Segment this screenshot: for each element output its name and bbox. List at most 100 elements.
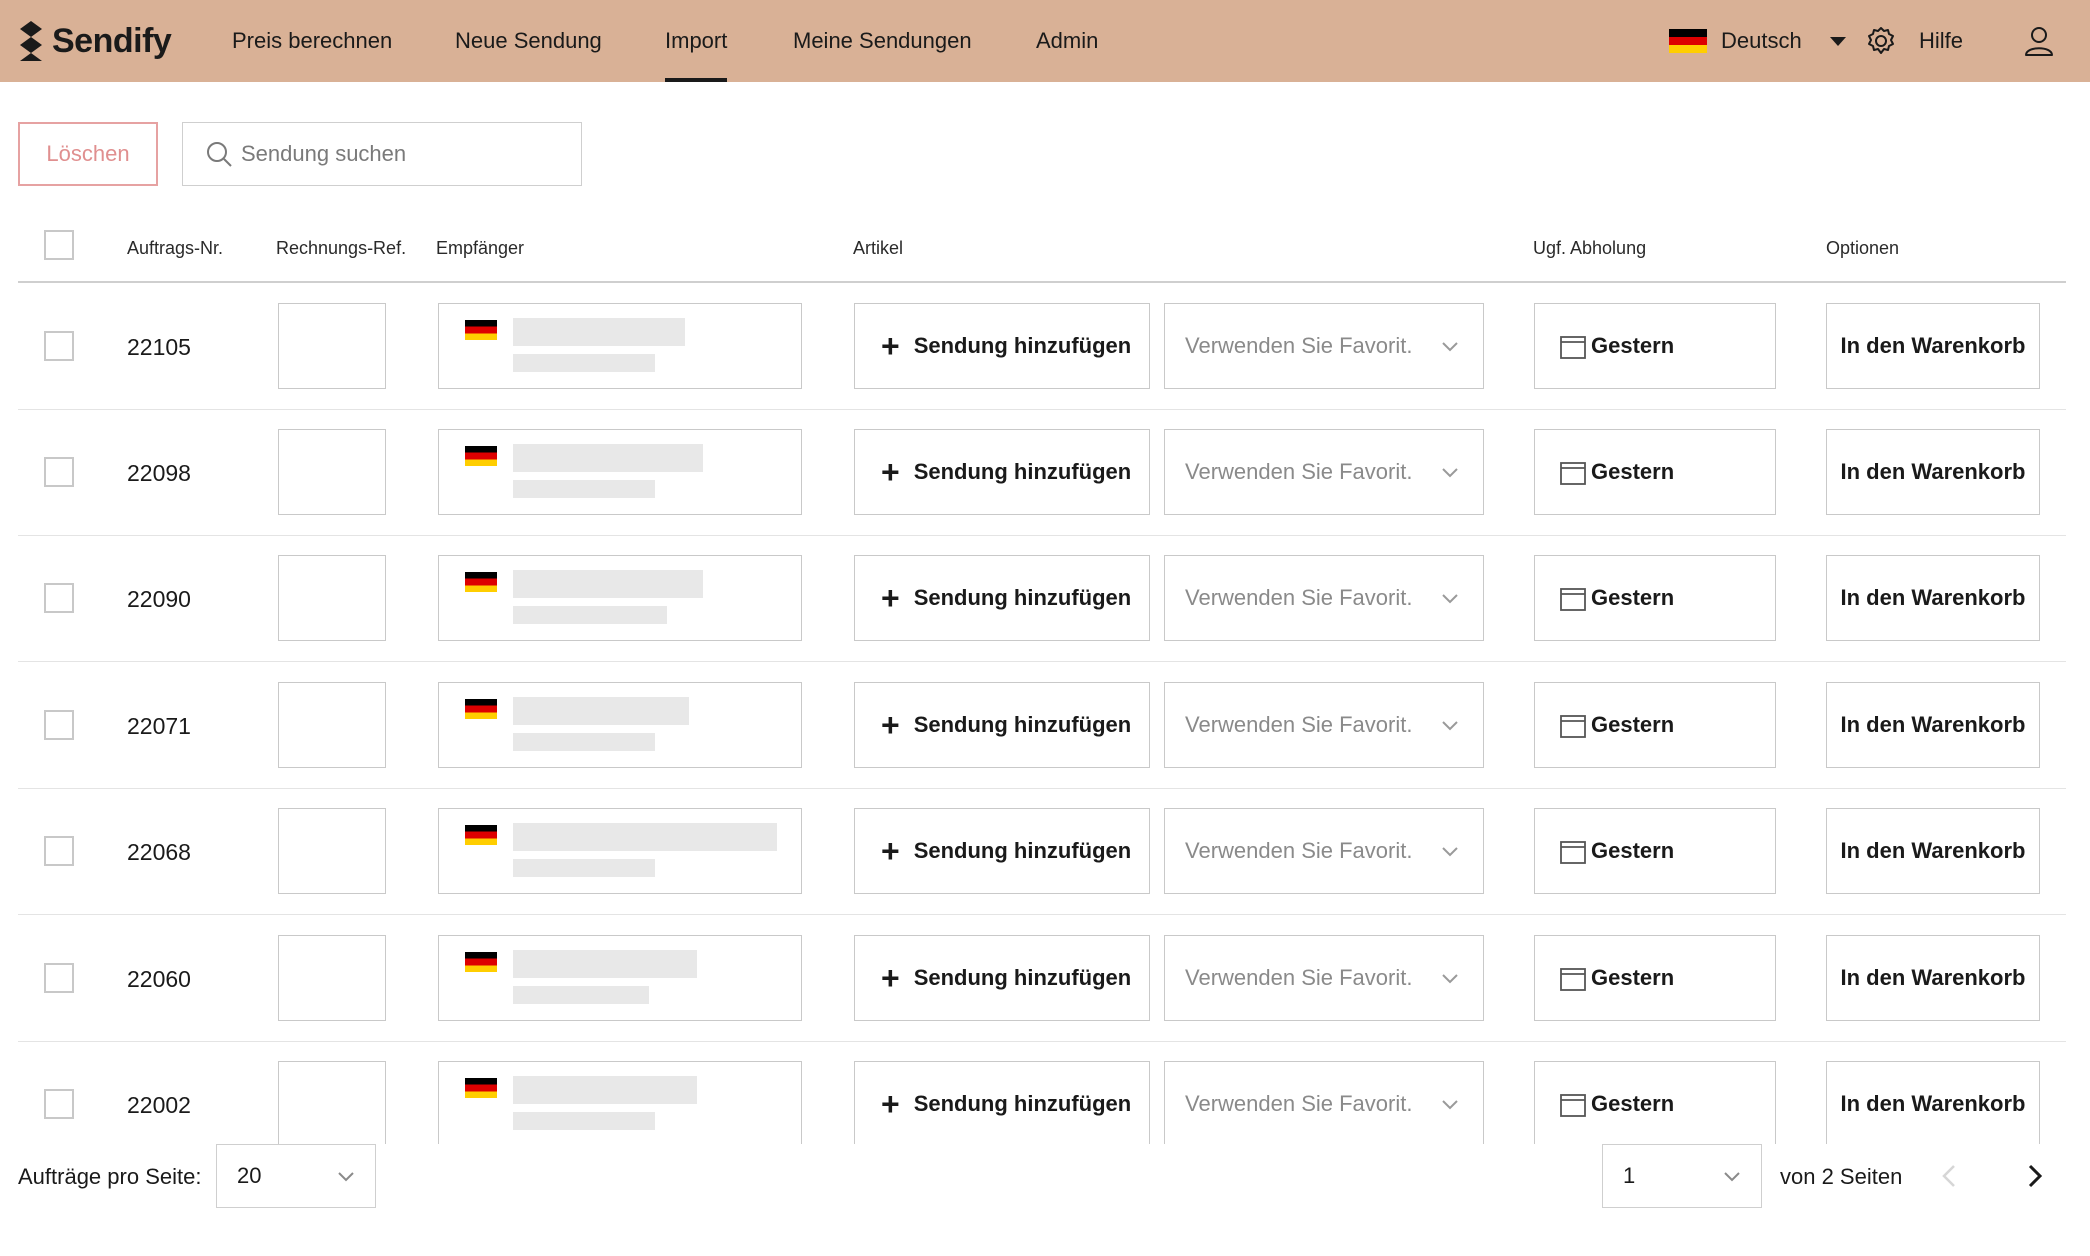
plus-icon: + — [881, 707, 900, 743]
row-checkbox[interactable] — [44, 331, 74, 361]
sendify-logo[interactable]: Sendify — [18, 17, 172, 65]
nav-neue-sendung[interactable]: Neue Sendung — [455, 0, 602, 82]
row-checkbox[interactable] — [44, 836, 74, 866]
row-checkbox[interactable] — [44, 963, 74, 993]
invoice-ref-input[interactable] — [278, 808, 386, 894]
recipient-field[interactable] — [438, 429, 802, 515]
add-shipment-button[interactable]: + Sendung hinzufügen — [854, 935, 1150, 1021]
add-to-cart-button[interactable]: In den Warenkorb — [1826, 1061, 2040, 1144]
caret-down-icon — [1829, 36, 1846, 46]
row-checkbox[interactable] — [44, 583, 74, 613]
add-to-cart-button[interactable]: In den Warenkorb — [1826, 303, 2040, 389]
nav-import[interactable]: Import — [665, 0, 728, 82]
nav-preis-berechnen[interactable]: Preis berechnen — [232, 0, 392, 82]
order-number: 22002 — [127, 1092, 191, 1118]
recipient-field[interactable] — [438, 935, 802, 1021]
previous-page-icon[interactable] — [1934, 1160, 1966, 1192]
header-order-nr: Auftrags-Nr. — [127, 238, 224, 258]
invoice-ref-input[interactable] — [278, 1061, 386, 1144]
invoice-ref-input[interactable] — [278, 303, 386, 389]
favorite-select[interactable]: Verwenden Sie Favorit. — [1164, 429, 1484, 515]
page-count-label: von 2 Seiten — [1780, 1164, 1903, 1189]
favorite-select[interactable]: Verwenden Sie Favorit. — [1164, 682, 1484, 768]
pickup-date-picker[interactable]: Gestern — [1534, 429, 1776, 515]
recipient-name-placeholder — [513, 950, 697, 978]
nav-meine-sendungen[interactable]: Meine Sendungen — [793, 0, 972, 82]
recipient-address-placeholder — [513, 859, 655, 877]
favorite-select[interactable]: Verwenden Sie Favorit. — [1164, 808, 1484, 894]
recipient-field[interactable] — [438, 1061, 802, 1144]
plus-icon: + — [881, 960, 900, 996]
language-selector[interactable]: Deutsch — [1669, 0, 1846, 82]
favorite-placeholder: Verwenden Sie Favorit. — [1185, 965, 1413, 990]
nav-admin[interactable]: Admin — [1036, 0, 1098, 82]
plus-icon: + — [881, 454, 900, 490]
german-flag-icon — [465, 446, 497, 466]
recipient-name-placeholder — [513, 823, 777, 851]
add-to-cart-button[interactable]: In den Warenkorb — [1826, 682, 2040, 768]
recipient-address-placeholder — [513, 733, 655, 751]
row-checkbox[interactable] — [44, 1089, 74, 1119]
add-shipment-button[interactable]: + Sendung hinzufügen — [854, 429, 1150, 515]
german-flag-icon — [1669, 29, 1707, 53]
add-to-cart-button[interactable]: In den Warenkorb — [1826, 935, 2040, 1021]
add-to-cart-label: In den Warenkorb — [1840, 965, 2026, 990]
add-shipment-button[interactable]: + Sendung hinzufügen — [854, 808, 1150, 894]
recipient-address-placeholder — [513, 1112, 655, 1130]
recipient-field[interactable] — [438, 303, 802, 389]
invoice-ref-input[interactable] — [278, 682, 386, 768]
calendar-icon — [1560, 336, 1586, 359]
pickup-date-picker[interactable]: Gestern — [1534, 808, 1776, 894]
favorite-select[interactable]: Verwenden Sie Favorit. — [1164, 555, 1484, 641]
row-checkbox[interactable] — [44, 457, 74, 487]
invoice-ref-input[interactable] — [278, 935, 386, 1021]
recipient-field[interactable] — [438, 555, 802, 641]
favorite-placeholder: Verwenden Sie Favorit. — [1185, 712, 1413, 737]
recipient-name-placeholder — [513, 697, 689, 725]
help-link[interactable]: Hilfe — [1919, 0, 1963, 82]
header-recipient: Empfänger — [436, 238, 525, 258]
add-shipment-button[interactable]: + Sendung hinzufügen — [854, 555, 1150, 641]
add-shipment-button[interactable]: + Sendung hinzufügen — [854, 682, 1150, 768]
add-to-cart-button[interactable]: In den Warenkorb — [1826, 555, 2040, 641]
invoice-ref-input[interactable] — [278, 555, 386, 641]
recipient-address-placeholder — [513, 354, 655, 372]
pickup-date-label: Gestern — [1591, 838, 1675, 863]
pickup-date-label: Gestern — [1591, 459, 1675, 484]
pickup-date-picker[interactable]: Gestern — [1534, 303, 1776, 389]
recipient-address-placeholder — [513, 606, 667, 624]
delete-button[interactable]: Löschen — [18, 122, 158, 186]
favorite-select[interactable]: Verwenden Sie Favorit. — [1164, 303, 1484, 389]
user-icon[interactable] — [2022, 24, 2056, 58]
select-all-checkbox[interactable] — [44, 230, 74, 260]
chevron-down-icon — [1724, 1172, 1740, 1182]
recipient-field[interactable] — [438, 682, 802, 768]
recipient-field[interactable] — [438, 808, 802, 894]
order-number: 22060 — [127, 966, 191, 992]
row-checkbox[interactable] — [44, 710, 74, 740]
add-to-cart-label: In den Warenkorb — [1840, 838, 2026, 863]
next-page-icon[interactable] — [2018, 1160, 2050, 1192]
pickup-date-picker[interactable]: Gestern — [1534, 555, 1776, 641]
invoice-ref-input[interactable] — [278, 429, 386, 515]
pickup-date-picker[interactable]: Gestern — [1534, 682, 1776, 768]
add-shipment-button[interactable]: + Sendung hinzufügen — [854, 1061, 1150, 1144]
favorite-placeholder: Verwenden Sie Favorit. — [1185, 838, 1413, 863]
language-label: Deutsch — [1721, 28, 1802, 53]
gear-icon[interactable] — [1864, 24, 1898, 58]
recipient-name-placeholder — [513, 318, 685, 346]
search-placeholder: Sendung suchen — [241, 141, 407, 166]
pickup-date-picker[interactable]: Gestern — [1534, 1061, 1776, 1144]
pickup-date-picker[interactable]: Gestern — [1534, 935, 1776, 1021]
chevron-down-icon — [1442, 721, 1458, 731]
pickup-date-label: Gestern — [1591, 712, 1675, 737]
favorite-select[interactable]: Verwenden Sie Favorit. — [1164, 935, 1484, 1021]
add-to-cart-button[interactable]: In den Warenkorb — [1826, 808, 2040, 894]
per-page-select[interactable]: 20 — [216, 1144, 376, 1208]
add-shipment-button[interactable]: + Sendung hinzufügen — [854, 303, 1150, 389]
add-to-cart-button[interactable]: In den Warenkorb — [1826, 429, 2040, 515]
page-select[interactable]: 1 — [1602, 1144, 1762, 1208]
calendar-icon — [1560, 968, 1586, 991]
favorite-select[interactable]: Verwenden Sie Favorit. — [1164, 1061, 1484, 1144]
search-input[interactable]: Sendung suchen — [182, 122, 582, 186]
